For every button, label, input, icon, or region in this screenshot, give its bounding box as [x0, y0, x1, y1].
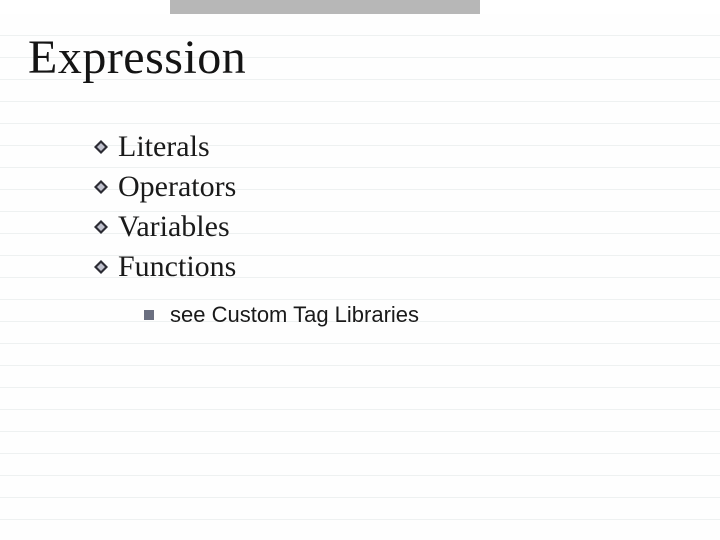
list-item: Functions	[94, 250, 419, 284]
slide-title: Expression	[28, 30, 246, 85]
diamond-bullet-icon	[94, 220, 108, 234]
list-item-label: Functions	[118, 250, 236, 284]
list-item-label: Literals	[118, 130, 210, 164]
slide: Expression Literals Operators Variables	[0, 0, 720, 540]
slide-body: Literals Operators Variables Functions	[94, 130, 419, 328]
diamond-bullet-icon	[94, 260, 108, 274]
diamond-bullet-icon	[94, 180, 108, 194]
list-item-label: Operators	[118, 170, 236, 204]
list-item: Variables	[94, 210, 419, 244]
list-item: Operators	[94, 170, 419, 204]
list-item: Literals	[94, 130, 419, 164]
diamond-bullet-icon	[94, 140, 108, 154]
top-bar-decoration	[170, 0, 480, 14]
list-item-label: Variables	[118, 210, 230, 244]
sub-list-item-label: see Custom Tag Libraries	[170, 302, 419, 328]
square-bullet-icon	[144, 310, 154, 320]
sub-list-item: see Custom Tag Libraries	[144, 302, 419, 328]
